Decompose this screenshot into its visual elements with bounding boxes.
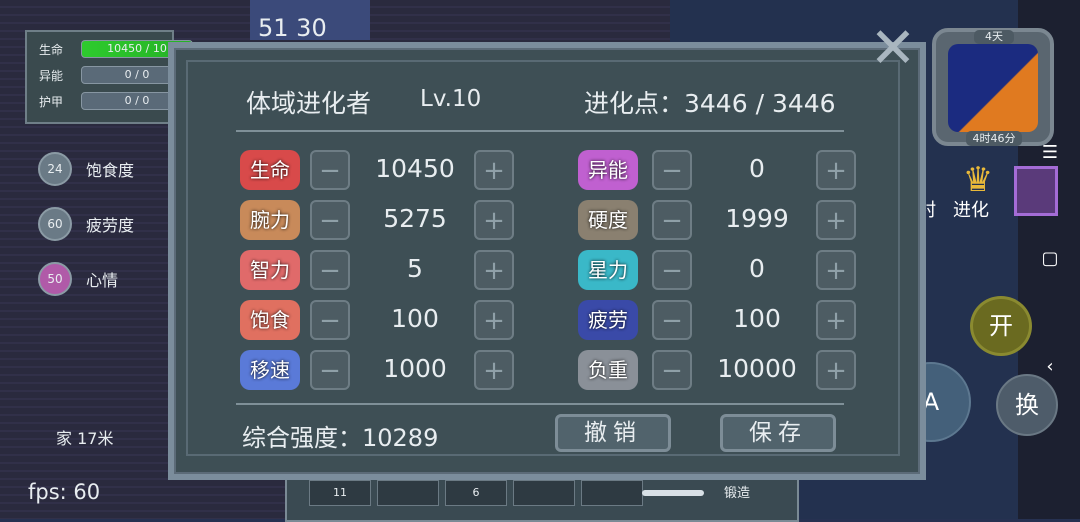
increase-button[interactable]: + (816, 300, 856, 340)
open-button[interactable]: 开 (970, 296, 1032, 356)
mood-icon: 50 (38, 262, 72, 296)
total-strength: 综合强度：10289 (242, 424, 439, 452)
home-distance: 家 17米 (56, 429, 114, 448)
increase-button[interactable]: + (816, 250, 856, 290)
heart-icon: 生命 (240, 150, 300, 190)
decrease-button[interactable]: − (652, 300, 692, 340)
attribute-value: 1999 (725, 204, 789, 233)
increase-button[interactable]: + (816, 350, 856, 390)
decrease-button[interactable]: − (310, 250, 350, 290)
evolve-label[interactable]: 进化 (953, 196, 989, 222)
attribute-value: 100 (391, 304, 439, 333)
shoe-icon: 移速 (240, 350, 300, 390)
fatigue-icon: 疲劳 (578, 300, 638, 340)
attribute-value: 0 (749, 254, 765, 283)
divider (236, 403, 844, 405)
hotbar-slot[interactable] (513, 480, 575, 506)
food-icon: 饱食 (240, 300, 300, 340)
divider (236, 130, 844, 132)
undo-button[interactable]: 撤销 (555, 414, 671, 452)
crystal-icon: 星力 (578, 250, 638, 290)
clock-face (948, 44, 1038, 132)
status-mood-label: 心情 (86, 271, 119, 290)
increase-button[interactable]: + (474, 200, 514, 240)
hotbar-slot[interactable]: 6 (445, 480, 507, 506)
brain-icon: 智力 (240, 250, 300, 290)
attribute-value: 0 (749, 154, 765, 183)
swap-button[interactable]: 换 (996, 374, 1058, 436)
close-icon[interactable]: ✕ (868, 21, 918, 77)
evolution-points: 进化点：3446 / 3446 (584, 89, 836, 118)
journal-icon[interactable] (1014, 166, 1058, 216)
star-icon: 异能 (578, 150, 638, 190)
energy-label: 异能 (39, 69, 64, 83)
player-stats-panel: 生命 10450 / 10 异能 0 / 0 护甲 0 / 0 (25, 30, 193, 124)
hotbar-slot[interactable] (377, 480, 439, 506)
fatigue-icon: 60 (38, 207, 72, 241)
class-name: 体域进化者 (246, 89, 372, 118)
decrease-button[interactable]: − (652, 250, 692, 290)
weight-icon: 负重 (578, 350, 638, 390)
clock-day: 4天 (974, 30, 1014, 44)
increase-button[interactable]: + (474, 350, 514, 390)
back-icon[interactable]: ‹ (1040, 357, 1060, 377)
forge-label[interactable]: 锻造 (724, 482, 750, 501)
hotbar-slot[interactable] (581, 480, 643, 506)
fps-counter: fps: 60 (28, 480, 101, 504)
increase-button[interactable]: + (816, 200, 856, 240)
day-clock: 4天 4时46分 (932, 28, 1054, 146)
increase-button[interactable]: + (474, 150, 514, 190)
decrease-button[interactable]: − (310, 150, 350, 190)
food-icon: 24 (38, 152, 72, 186)
level-label: Lv.10 (420, 86, 482, 112)
clock-time: 4时46分 (966, 131, 1022, 146)
increase-button[interactable]: + (816, 150, 856, 190)
decrease-button[interactable]: − (652, 200, 692, 240)
decrease-button[interactable]: − (310, 350, 350, 390)
menu-icon[interactable]: ☰ (1040, 143, 1060, 163)
attribute-value: 5 (407, 254, 423, 283)
square-icon[interactable]: ▢ (1040, 249, 1060, 269)
status-food-label: 饱食度 (86, 161, 135, 180)
evolve-icon[interactable]: ♛ (958, 160, 998, 200)
hotbar-slot[interactable]: 11 (309, 480, 371, 506)
decrease-button[interactable]: − (652, 350, 692, 390)
hp-label: 生命 (39, 43, 64, 57)
attribute-value: 5275 (383, 204, 447, 233)
decrease-button[interactable]: − (652, 150, 692, 190)
attribute-value: 100 (733, 304, 781, 333)
attribute-value: 10450 (375, 154, 455, 183)
decrease-button[interactable]: − (310, 200, 350, 240)
decrease-button[interactable]: − (310, 300, 350, 340)
increase-button[interactable]: + (474, 250, 514, 290)
armor-label: 护甲 (39, 95, 64, 109)
status-fatigue-label: 疲劳度 (86, 216, 135, 235)
arm-icon: 腕力 (240, 200, 300, 240)
forge-progress (642, 490, 704, 496)
shield-icon: 硬度 (578, 200, 638, 240)
attribute-value: 1000 (383, 354, 447, 383)
attribute-value: 10000 (717, 354, 797, 383)
increase-button[interactable]: + (474, 300, 514, 340)
save-button[interactable]: 保存 (720, 414, 836, 452)
top-counter: 51 30 (258, 14, 327, 42)
